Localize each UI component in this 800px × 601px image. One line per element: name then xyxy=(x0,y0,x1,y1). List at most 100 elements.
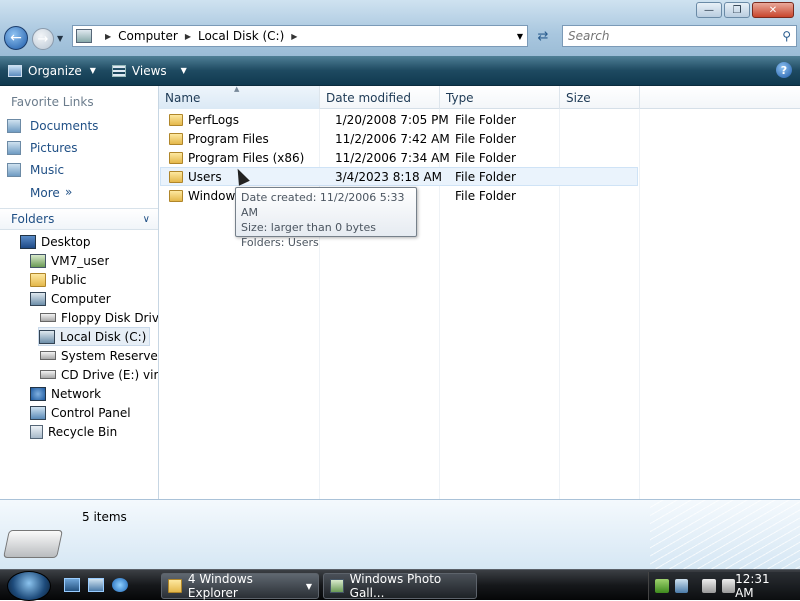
refresh-icon: ⇄ xyxy=(537,28,549,44)
recycle-bin-icon xyxy=(30,424,43,439)
file-name: Program Files (x86) xyxy=(188,150,305,165)
file-name: Program Files xyxy=(188,131,269,146)
table-row[interactable]: Users 3/4/2023 8:18 AM File Folder xyxy=(160,167,638,186)
taskbar-button-label: Windows Photo Gall... xyxy=(349,572,442,600)
address-bar[interactable]: ▶ Computer ▶ Local Disk (C:) ▶ ▼ xyxy=(72,25,528,47)
column-header-label: Date modified xyxy=(326,90,412,105)
recent-pages-dropdown[interactable]: ▼ xyxy=(57,34,63,43)
folder-icon xyxy=(168,579,182,593)
local-disk-icon xyxy=(39,329,55,344)
maximize-button[interactable]: ❐ xyxy=(724,2,750,18)
file-date: 1/20/2008 7:05 PM xyxy=(335,112,449,127)
title-address-bar: — ❐ ✕ ← → ▼ ▶ Computer ▶ Local Disk (C:)… xyxy=(0,0,800,56)
tree-item-network[interactable]: Network xyxy=(30,384,101,403)
tree-item-label: VM7_user xyxy=(51,253,110,268)
tree-item-floppy-disk-drive[interactable]: Floppy Disk Drive xyxy=(40,308,158,327)
views-label: Views xyxy=(131,63,167,78)
column-header-label: Name xyxy=(165,90,201,105)
table-row[interactable]: PerfLogs 1/20/2008 7:05 PM File Folder xyxy=(161,110,639,129)
folder-icon xyxy=(169,132,183,145)
column-header-date-modified[interactable]: Date modified xyxy=(320,86,440,109)
windows-update-icon[interactable] xyxy=(674,579,689,593)
tree-item-cd-drive[interactable]: CD Drive (E:) virtic xyxy=(40,365,158,384)
organize-label: Organize xyxy=(28,63,82,78)
file-type: File Folder xyxy=(455,169,516,184)
command-bar: Organize ▼ Views ▼ xyxy=(0,56,800,86)
volume-muted-icon[interactable] xyxy=(721,579,736,593)
breadcrumb-arrow-icon[interactable]: ▶ xyxy=(291,32,297,41)
table-row[interactable]: Program Files 11/2/2006 7:42 AM File Fol… xyxy=(161,129,639,148)
tooltip-line: Folders: Users xyxy=(241,236,319,249)
favorite-link-pictures[interactable]: Pictures xyxy=(7,141,78,155)
favorite-links-heading: Favorite Links xyxy=(11,95,94,109)
folders-toggle[interactable]: Folders ∨ xyxy=(0,208,158,230)
security-icon[interactable] xyxy=(655,579,669,593)
breadcrumb: ▶ Computer ▶ Local Disk (C:) ▶ xyxy=(98,26,304,46)
column-header-type[interactable]: Type xyxy=(440,86,560,109)
desktop-icon xyxy=(20,234,36,249)
clock[interactable]: 12:31 AM xyxy=(735,572,790,600)
column-header-name[interactable]: ▲ Name xyxy=(159,85,320,109)
tree-item-computer[interactable]: Computer xyxy=(30,289,111,308)
chevron-down-icon: ▼ xyxy=(180,66,187,75)
breadcrumb-arrow-icon[interactable]: ▶ xyxy=(105,32,111,41)
organize-button[interactable]: Organize ▼ xyxy=(0,56,104,85)
favorite-link-music[interactable]: Music xyxy=(7,163,64,177)
network-status-icon[interactable] xyxy=(702,579,716,593)
internet-explorer-icon[interactable] xyxy=(112,578,128,592)
file-name: Users xyxy=(188,169,222,184)
views-icon xyxy=(111,64,126,77)
minimize-button[interactable]: — xyxy=(696,2,722,18)
breadcrumb-local-disk[interactable]: Local Disk (C:) xyxy=(198,29,284,43)
column-divider xyxy=(639,109,640,499)
taskbar-button-windows-explorer[interactable]: 4 Windows Explorer ▼ xyxy=(161,572,319,600)
file-name: PerfLogs xyxy=(188,112,240,127)
search-box[interactable]: ⚲ xyxy=(562,25,797,47)
tree-item-vm7-user[interactable]: VM7_user xyxy=(30,251,109,270)
cd-drive-icon xyxy=(40,370,56,379)
more-arrow-icon[interactable]: » xyxy=(65,185,72,199)
help-icon[interactable]: ? xyxy=(776,62,792,78)
system-tray: 12:31 AM xyxy=(648,572,800,600)
taskbar-button-photo-gallery[interactable]: Windows Photo Gall... xyxy=(323,572,477,600)
tree-item-control-panel[interactable]: Control Panel xyxy=(30,403,131,422)
tree-item-label: Recycle Bin xyxy=(48,424,118,439)
tree-item-label: System Reserved ( xyxy=(61,348,158,363)
column-header-size[interactable]: Size xyxy=(560,86,640,109)
views-button[interactable]: Views ▼ xyxy=(104,56,195,85)
breadcrumb-arrow-icon[interactable]: ▶ xyxy=(185,32,191,41)
tree-item-recycle-bin[interactable]: Recycle Bin xyxy=(30,422,117,441)
music-icon xyxy=(7,163,21,177)
favorite-link-documents[interactable]: Documents xyxy=(7,119,98,133)
breadcrumb-computer[interactable]: Computer xyxy=(118,29,178,43)
search-icon[interactable]: ⚲ xyxy=(782,29,791,43)
favorite-link-label: Documents xyxy=(30,119,99,133)
show-desktop-icon[interactable] xyxy=(64,578,80,592)
search-input[interactable] xyxy=(568,29,768,43)
file-list-pane: ▲ Name Date modified Type Size PerfLogs … xyxy=(159,85,800,499)
organize-icon xyxy=(8,64,22,77)
tree-item-desktop[interactable]: Desktop xyxy=(20,232,91,251)
tree-item-local-disk[interactable]: Local Disk (C:) xyxy=(38,327,151,346)
forward-arrow-icon: → xyxy=(37,31,49,47)
table-row[interactable]: Program Files (x86) 11/2/2006 7:34 AM Fi… xyxy=(161,148,639,167)
address-dropdown-icon[interactable]: ▼ xyxy=(517,32,523,41)
tree-item-system-reserved[interactable]: System Reserved ( xyxy=(40,346,158,365)
computer-icon xyxy=(76,29,92,43)
switch-windows-icon[interactable] xyxy=(88,578,104,592)
refresh-button[interactable]: ⇄ xyxy=(532,26,554,46)
start-button[interactable] xyxy=(7,571,51,601)
back-button[interactable]: ← xyxy=(4,26,28,50)
tree-item-label: Local Disk (C:) xyxy=(60,329,147,344)
more-links-button[interactable]: More xyxy=(30,186,60,200)
file-type: File Folder xyxy=(455,188,516,203)
file-type: File Folder xyxy=(455,112,516,127)
tree-item-public[interactable]: Public xyxy=(30,270,87,289)
chevron-down-icon: ▼ xyxy=(89,66,96,75)
decorative-swoosh xyxy=(650,500,800,570)
tree-item-label: Network xyxy=(51,386,102,401)
close-button[interactable]: ✕ xyxy=(752,2,794,18)
forward-button[interactable]: → xyxy=(32,28,54,50)
tree-item-label: Control Panel xyxy=(51,405,131,420)
details-pane: 5 items xyxy=(0,499,800,570)
